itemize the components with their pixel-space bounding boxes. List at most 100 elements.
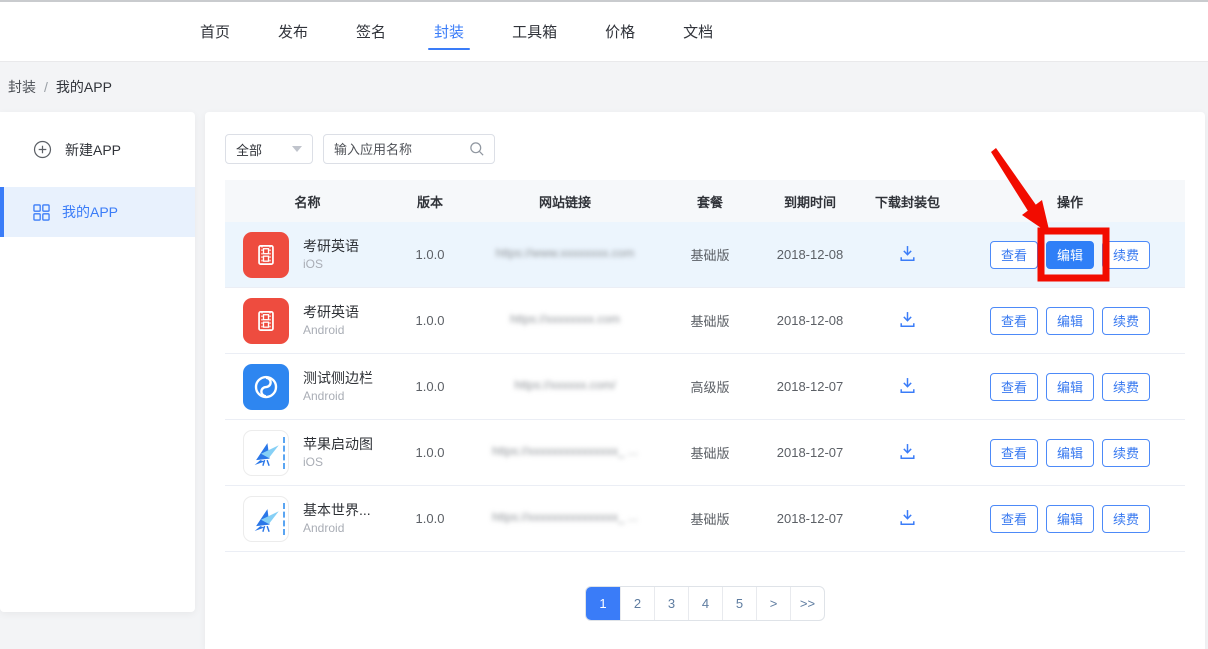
app-plan: 高级版 — [660, 377, 760, 396]
category-select[interactable]: 全部 — [225, 134, 313, 164]
app-version: 1.0.0 — [390, 247, 470, 262]
last-page-button[interactable]: >> — [790, 587, 824, 620]
download-icon[interactable] — [897, 507, 918, 528]
edit-button[interactable]: 编辑 — [1046, 505, 1094, 533]
app-url-blurred: https://xxxxxxxxxxxxxxx_ ... — [492, 444, 638, 458]
app-platform: Android — [303, 322, 359, 338]
app-platform: iOS — [303, 454, 373, 470]
origami-bird-app-icon — [243, 496, 289, 542]
download-icon[interactable] — [897, 243, 918, 264]
grid-icon — [33, 204, 50, 221]
sidebar-item-my-app[interactable]: 我的APP — [0, 187, 195, 237]
col-header-plan: 套餐 — [660, 192, 760, 211]
sidebar: 新建APP 我的APP — [0, 112, 195, 612]
sidebar-item-label: 新建APP — [65, 140, 121, 160]
nav-item-home[interactable]: 首页 — [198, 2, 232, 61]
download-icon[interactable] — [897, 375, 918, 396]
app-url-blurred: https://xxxxxxxx.com — [510, 312, 620, 326]
app-url-blurred: https://www.xxxxxxxx.com — [496, 246, 635, 260]
app-expiry: 2018-12-08 — [760, 247, 860, 262]
app-name: 测试侧边栏 — [303, 369, 373, 388]
main-panel: 全部 名称 版本 网站链接 套餐 到期时间 下载封装包 操作 — [205, 112, 1205, 649]
table-row: 基本世界... Android 1.0.0 https://xxxxxxxxxx… — [225, 486, 1185, 552]
page-4[interactable]: 4 — [688, 587, 722, 620]
app-plan: 基础版 — [660, 311, 760, 330]
view-button[interactable]: 查看 — [990, 241, 1038, 269]
table-row: 考研英语 iOS 1.0.0 https://www.xxxxxxxx.com … — [225, 222, 1185, 288]
edit-button[interactable]: 编辑 — [1046, 373, 1094, 401]
col-header-name: 名称 — [225, 192, 390, 211]
breadcrumb: 封装 / 我的APP — [0, 62, 1208, 112]
app-platform: Android — [303, 520, 371, 536]
top-nav: 首页 发布 签名 封装 工具箱 价格 文档 — [0, 2, 1208, 62]
app-name: 基本世界... — [303, 501, 371, 520]
nav-item-package-active[interactable]: 封装 — [432, 2, 466, 61]
app-platform: iOS — [303, 256, 359, 272]
nav-item-sign[interactable]: 签名 — [354, 2, 388, 61]
app-version: 1.0.0 — [390, 511, 470, 526]
edit-button-highlighted[interactable]: 编辑 — [1046, 241, 1094, 269]
nav-item-publish[interactable]: 发布 — [276, 2, 310, 61]
edit-button[interactable]: 编辑 — [1046, 307, 1094, 335]
app-plan: 基础版 — [660, 509, 760, 528]
col-header-version: 版本 — [390, 192, 470, 211]
download-icon[interactable] — [897, 309, 918, 330]
plus-circle-icon — [33, 140, 52, 159]
app-url-blurred: https://xxxxxx.com/ — [514, 378, 615, 392]
app-version: 1.0.0 — [390, 445, 470, 460]
film-app-icon — [243, 298, 289, 344]
renew-button[interactable]: 续费 — [1102, 307, 1150, 335]
nav-item-docs[interactable]: 文档 — [681, 2, 715, 61]
search-icon[interactable] — [468, 140, 486, 158]
view-button[interactable]: 查看 — [990, 439, 1038, 467]
table-row: 测试侧边栏 Android 1.0.0 https://xxxxxx.com/ … — [225, 354, 1185, 420]
next-page-button[interactable]: > — [756, 587, 790, 620]
breadcrumb-current: 我的APP — [56, 77, 112, 97]
app-expiry: 2018-12-07 — [760, 445, 860, 460]
download-icon[interactable] — [897, 441, 918, 462]
view-button[interactable]: 查看 — [990, 373, 1038, 401]
renew-button[interactable]: 续费 — [1102, 373, 1150, 401]
table-header-row: 名称 版本 网站链接 套餐 到期时间 下载封装包 操作 — [225, 180, 1185, 222]
app-expiry: 2018-12-08 — [760, 313, 860, 328]
app-table: 名称 版本 网站链接 套餐 到期时间 下载封装包 操作 — [225, 180, 1185, 552]
origami-bird-app-icon — [243, 430, 289, 476]
app-plan: 基础版 — [660, 245, 760, 264]
col-header-url: 网站链接 — [470, 192, 660, 211]
page-2[interactable]: 2 — [620, 587, 654, 620]
sidebar-item-new-app[interactable]: 新建APP — [0, 112, 195, 187]
pagination: 1 2 3 4 5 > >> — [585, 586, 825, 621]
nav-item-price[interactable]: 价格 — [603, 2, 637, 61]
renew-button[interactable]: 续费 — [1102, 241, 1150, 269]
col-header-download: 下载封装包 — [860, 192, 955, 211]
renew-button[interactable]: 续费 — [1102, 439, 1150, 467]
chevron-down-icon — [292, 146, 302, 152]
breadcrumb-parent[interactable]: 封装 — [8, 77, 36, 97]
search-input[interactable] — [334, 142, 468, 157]
view-button[interactable]: 查看 — [990, 505, 1038, 533]
col-header-actions: 操作 — [955, 192, 1185, 211]
table-row: 考研英语 Android 1.0.0 https://xxxxxxxx.com … — [225, 288, 1185, 354]
view-button[interactable]: 查看 — [990, 307, 1038, 335]
table-row: 苹果启动图 iOS 1.0.0 https://xxxxxxxxxxxxxxx_… — [225, 420, 1185, 486]
app-platform: Android — [303, 388, 373, 404]
filter-bar: 全部 — [225, 134, 1205, 164]
app-name: 考研英语 — [303, 237, 359, 256]
col-header-expiry: 到期时间 — [760, 192, 860, 211]
app-name: 考研英语 — [303, 303, 359, 322]
app-version: 1.0.0 — [390, 313, 470, 328]
app-url-blurred: https://xxxxxxxxxxxxxxx_ ... — [492, 510, 638, 524]
app-expiry: 2018-12-07 — [760, 379, 860, 394]
app-expiry: 2018-12-07 — [760, 511, 860, 526]
page-3[interactable]: 3 — [654, 587, 688, 620]
nav-item-toolbox[interactable]: 工具箱 — [510, 2, 559, 61]
sidebar-item-label: 我的APP — [62, 202, 118, 222]
category-select-value: 全部 — [236, 140, 262, 159]
app-plan: 基础版 — [660, 443, 760, 462]
app-version: 1.0.0 — [390, 379, 470, 394]
renew-button[interactable]: 续费 — [1102, 505, 1150, 533]
film-app-icon — [243, 232, 289, 278]
page-1-active[interactable]: 1 — [586, 587, 620, 620]
edit-button[interactable]: 编辑 — [1046, 439, 1094, 467]
page-5[interactable]: 5 — [722, 587, 756, 620]
